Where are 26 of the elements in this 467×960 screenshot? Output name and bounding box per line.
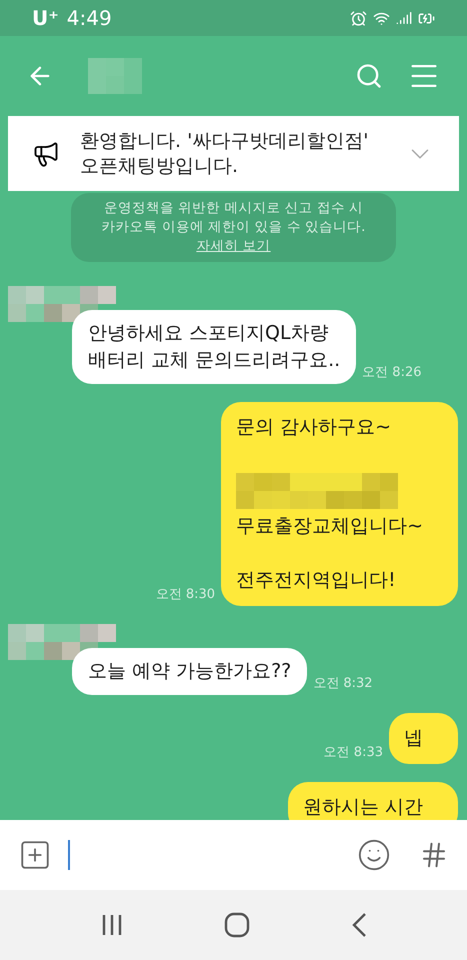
message-text: 오늘 예약 가능한가요??: [88, 659, 292, 684]
policy-text: 운영정책을 위반한 메시지로 신고 접수 시: [104, 199, 364, 218]
home-icon[interactable]: [224, 912, 250, 938]
signal-icon: [396, 10, 412, 26]
back-nav-icon[interactable]: [350, 912, 367, 938]
message-text: 안녕하세요 스포티지QL차량: [88, 321, 330, 346]
notice-text: 환영합니다. '싸다구밧데리할인점': [80, 128, 369, 154]
clock-text: 4:49: [66, 5, 112, 32]
message-text: 전주전지역입니다!: [236, 568, 397, 593]
notice-banner[interactable]: 환영합니다. '싸다구밧데리할인점' 오픈채팅방입니다.: [8, 116, 459, 191]
redacted-title: [88, 58, 142, 94]
message-text: 배터리 교체 문의드리려구요..: [88, 348, 340, 373]
megaphone-icon: [32, 140, 60, 168]
alarm-icon: [350, 10, 367, 26]
message-time: 오전 8:33: [324, 744, 383, 762]
message-text: 문의 감사하구요~: [236, 415, 392, 440]
notice-text: 오픈채팅방입니다.: [80, 154, 240, 178]
emoji-icon[interactable]: [357, 838, 391, 872]
message-time: 오전 8:30: [156, 586, 216, 604]
message-text: 넵: [404, 726, 424, 751]
message-text: 무료출장교체입니다~: [236, 514, 424, 539]
message-time: 오전 8:26: [362, 364, 422, 382]
message-text: 원하시는 시간: [302, 795, 424, 820]
policy-text: 카카오톡 이용에 제한이 있을 수 있습니다.: [102, 218, 366, 237]
carrier-text: U⁺: [32, 5, 59, 32]
message-time: 오전 8:32: [313, 674, 373, 692]
